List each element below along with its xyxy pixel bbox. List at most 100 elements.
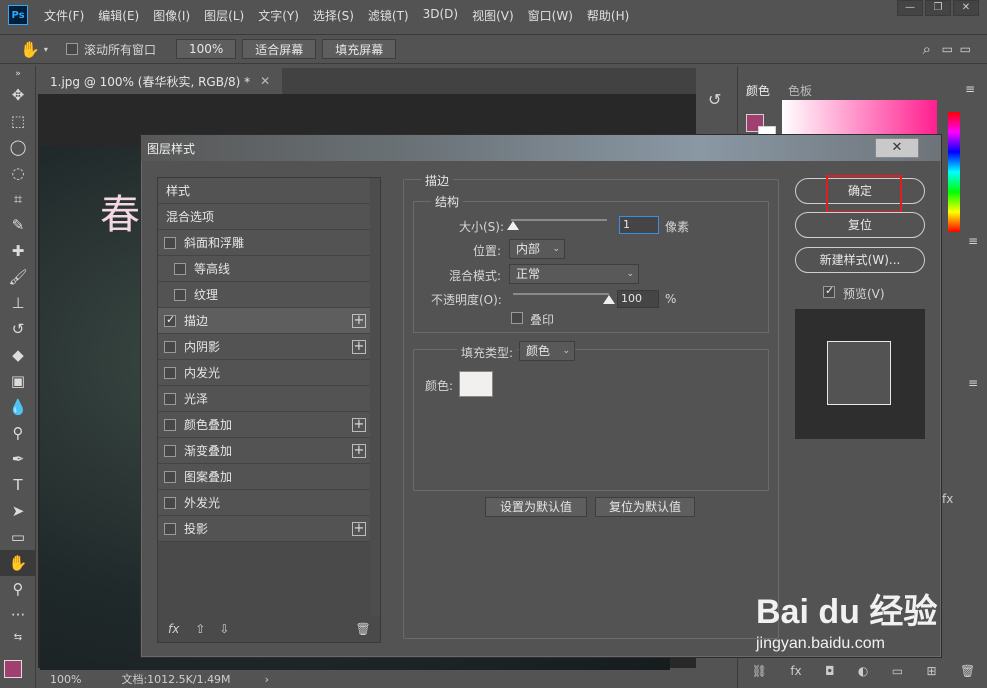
dialog-titlebar[interactable]: 图层样式 bbox=[141, 135, 941, 161]
search-icon[interactable]: ⌕ bbox=[923, 40, 931, 58]
add-mask-icon[interactable]: ◘ bbox=[825, 664, 835, 678]
menu-item[interactable]: 文件(F) bbox=[44, 7, 84, 24]
foreground-color-swatch[interactable] bbox=[4, 660, 22, 678]
workspace-icon[interactable]: ▭ bbox=[942, 42, 953, 56]
style-list-scrollbar[interactable] bbox=[370, 178, 380, 616]
new-layer-icon[interactable]: ⊞ bbox=[927, 664, 937, 678]
history-panel-icon[interactable]: ↺ bbox=[708, 90, 721, 109]
hue-slider[interactable] bbox=[948, 112, 960, 232]
panel-menu-icon-2[interactable]: ≡ bbox=[968, 234, 978, 248]
style-list-item[interactable]: 描边 + bbox=[158, 308, 370, 334]
position-select[interactable]: 内部 ⌄ bbox=[509, 239, 565, 259]
tab-color[interactable]: 颜色 bbox=[740, 78, 777, 102]
opacity-slider-track[interactable] bbox=[513, 293, 609, 295]
new-group-icon[interactable]: ▭ bbox=[892, 664, 903, 678]
move-tool-icon[interactable]: ✥ bbox=[0, 82, 36, 108]
menu-item[interactable]: 图像(I) bbox=[153, 7, 190, 24]
eyedropper-tool-icon[interactable]: ✎ bbox=[0, 212, 36, 238]
delete-layer-icon[interactable]: 🗑 bbox=[960, 664, 975, 678]
style-checkbox[interactable] bbox=[164, 496, 176, 509]
history-brush-tool-icon[interactable]: ↺ bbox=[0, 316, 36, 342]
add-effect-icon[interactable]: + bbox=[352, 314, 366, 328]
menu-item[interactable]: 窗口(W) bbox=[528, 7, 573, 24]
style-list-item[interactable]: 外发光 bbox=[158, 490, 370, 516]
menu-item[interactable]: 选择(S) bbox=[313, 7, 354, 24]
opacity-input[interactable]: 100 bbox=[617, 290, 659, 308]
preview-checkbox[interactable] bbox=[823, 284, 835, 298]
path-select-tool-icon[interactable]: ➤ bbox=[0, 498, 36, 524]
tool-preset-chevron-icon[interactable]: ▾ bbox=[44, 45, 48, 54]
reset-default-button[interactable]: 复位为默认值 bbox=[595, 497, 695, 517]
style-list-item[interactable]: 图案叠加 bbox=[158, 464, 370, 490]
quick-select-tool-icon[interactable]: ◌ bbox=[0, 160, 36, 186]
style-list-item[interactable]: 斜面和浮雕 bbox=[158, 230, 370, 256]
style-list-item[interactable]: 混合选项 bbox=[158, 204, 370, 230]
marquee-tool-icon[interactable]: ⬚ bbox=[0, 108, 36, 134]
style-checkbox[interactable] bbox=[164, 470, 176, 483]
gradient-tool-icon[interactable]: ▣ bbox=[0, 368, 36, 394]
style-list-item[interactable]: 渐变叠加 + bbox=[158, 438, 370, 464]
move-down-icon[interactable]: ⇩ bbox=[219, 622, 229, 636]
move-up-icon[interactable]: ⇧ bbox=[195, 622, 205, 636]
type-tool-icon[interactable]: T bbox=[0, 472, 36, 498]
fx-menu-icon[interactable]: fx bbox=[168, 622, 179, 636]
dodge-tool-icon[interactable]: ⚲ bbox=[0, 420, 36, 446]
style-checkbox[interactable] bbox=[164, 340, 176, 353]
document-tab[interactable]: 1.jpg @ 100% (春华秋实, RGB/8) * ✕ bbox=[38, 68, 283, 94]
menu-item[interactable]: 视图(V) bbox=[472, 7, 514, 24]
fill-screen-button[interactable]: 填充屏幕 bbox=[322, 39, 397, 59]
minimize-button[interactable]: — bbox=[897, 0, 923, 16]
menu-item[interactable]: 3D(D) bbox=[423, 7, 458, 24]
close-window-button[interactable]: ✕ bbox=[953, 0, 979, 16]
add-effect-icon[interactable]: + bbox=[352, 444, 366, 458]
lasso-tool-icon[interactable]: ◯ bbox=[0, 134, 36, 160]
new-style-button[interactable]: 新建样式(W)... bbox=[795, 247, 925, 273]
swap-colors-icon[interactable]: ⇆ bbox=[0, 628, 36, 646]
panel-menu-icon-3[interactable]: ≡ bbox=[968, 376, 978, 390]
style-list-item[interactable]: 投影 + bbox=[158, 516, 370, 542]
add-effect-icon[interactable]: + bbox=[352, 340, 366, 354]
menu-item[interactable]: 图层(L) bbox=[204, 7, 244, 24]
style-checkbox[interactable] bbox=[174, 262, 186, 275]
style-list-item[interactable]: 内发光 bbox=[158, 360, 370, 386]
pen-tool-icon[interactable]: ✒ bbox=[0, 446, 36, 472]
scroll-all-windows-checkbox[interactable] bbox=[65, 43, 78, 55]
dialog-close-button[interactable]: ✕ bbox=[875, 138, 919, 158]
adjustment-icon[interactable]: ◐ bbox=[858, 664, 868, 678]
size-input[interactable]: 1 bbox=[619, 216, 659, 234]
style-checkbox[interactable] bbox=[164, 522, 176, 535]
fill-type-select[interactable]: 颜色 ⌄ bbox=[519, 341, 575, 361]
opacity-slider-thumb[interactable] bbox=[603, 295, 615, 304]
eraser-tool-icon[interactable]: ◆ bbox=[0, 342, 36, 368]
brush-tool-icon[interactable]: 🖌 bbox=[0, 264, 36, 290]
style-list-item[interactable]: 样式 bbox=[158, 178, 370, 204]
fit-screen-button[interactable]: 适合屏幕 bbox=[242, 39, 317, 59]
overprint-checkbox[interactable] bbox=[511, 312, 523, 324]
style-checkbox[interactable] bbox=[164, 366, 176, 379]
tab-swatches[interactable]: 色板 bbox=[782, 78, 818, 102]
menu-item[interactable]: 帮助(H) bbox=[587, 7, 629, 24]
style-list-item[interactable]: 光泽 bbox=[158, 386, 370, 412]
panel-menu-icon[interactable]: ≡ bbox=[965, 82, 975, 96]
size-slider-thumb[interactable] bbox=[507, 221, 519, 230]
clone-stamp-tool-icon[interactable]: ⊥ bbox=[0, 290, 36, 316]
style-list-item[interactable]: 颜色叠加 + bbox=[158, 412, 370, 438]
rectangle-tool-icon[interactable]: ▭ bbox=[0, 524, 36, 550]
close-tab-icon[interactable]: ✕ bbox=[260, 74, 270, 88]
healing-brush-tool-icon[interactable]: ✚ bbox=[0, 238, 36, 264]
style-checkbox[interactable] bbox=[174, 288, 186, 301]
workspace-switcher-icon[interactable]: ▭ bbox=[960, 42, 971, 56]
link-layers-icon[interactable]: ⛓ bbox=[752, 664, 767, 678]
menu-item[interactable]: 编辑(E) bbox=[98, 7, 139, 24]
style-checkbox[interactable] bbox=[164, 392, 176, 405]
zoom-100-button[interactable]: 100% bbox=[175, 39, 237, 59]
more-tools-icon[interactable]: ··· bbox=[0, 602, 36, 628]
delete-effect-icon[interactable]: 🗑 bbox=[355, 622, 370, 636]
add-effect-icon[interactable]: + bbox=[352, 418, 366, 432]
style-checkbox[interactable] bbox=[164, 313, 176, 327]
style-list-item[interactable]: 等高线 bbox=[158, 256, 370, 282]
add-style-icon[interactable]: fx bbox=[790, 664, 801, 678]
restore-button[interactable]: ❐ bbox=[925, 0, 951, 16]
menu-item[interactable]: 滤镜(T) bbox=[368, 7, 409, 24]
menu-item[interactable]: 文字(Y) bbox=[258, 7, 299, 24]
